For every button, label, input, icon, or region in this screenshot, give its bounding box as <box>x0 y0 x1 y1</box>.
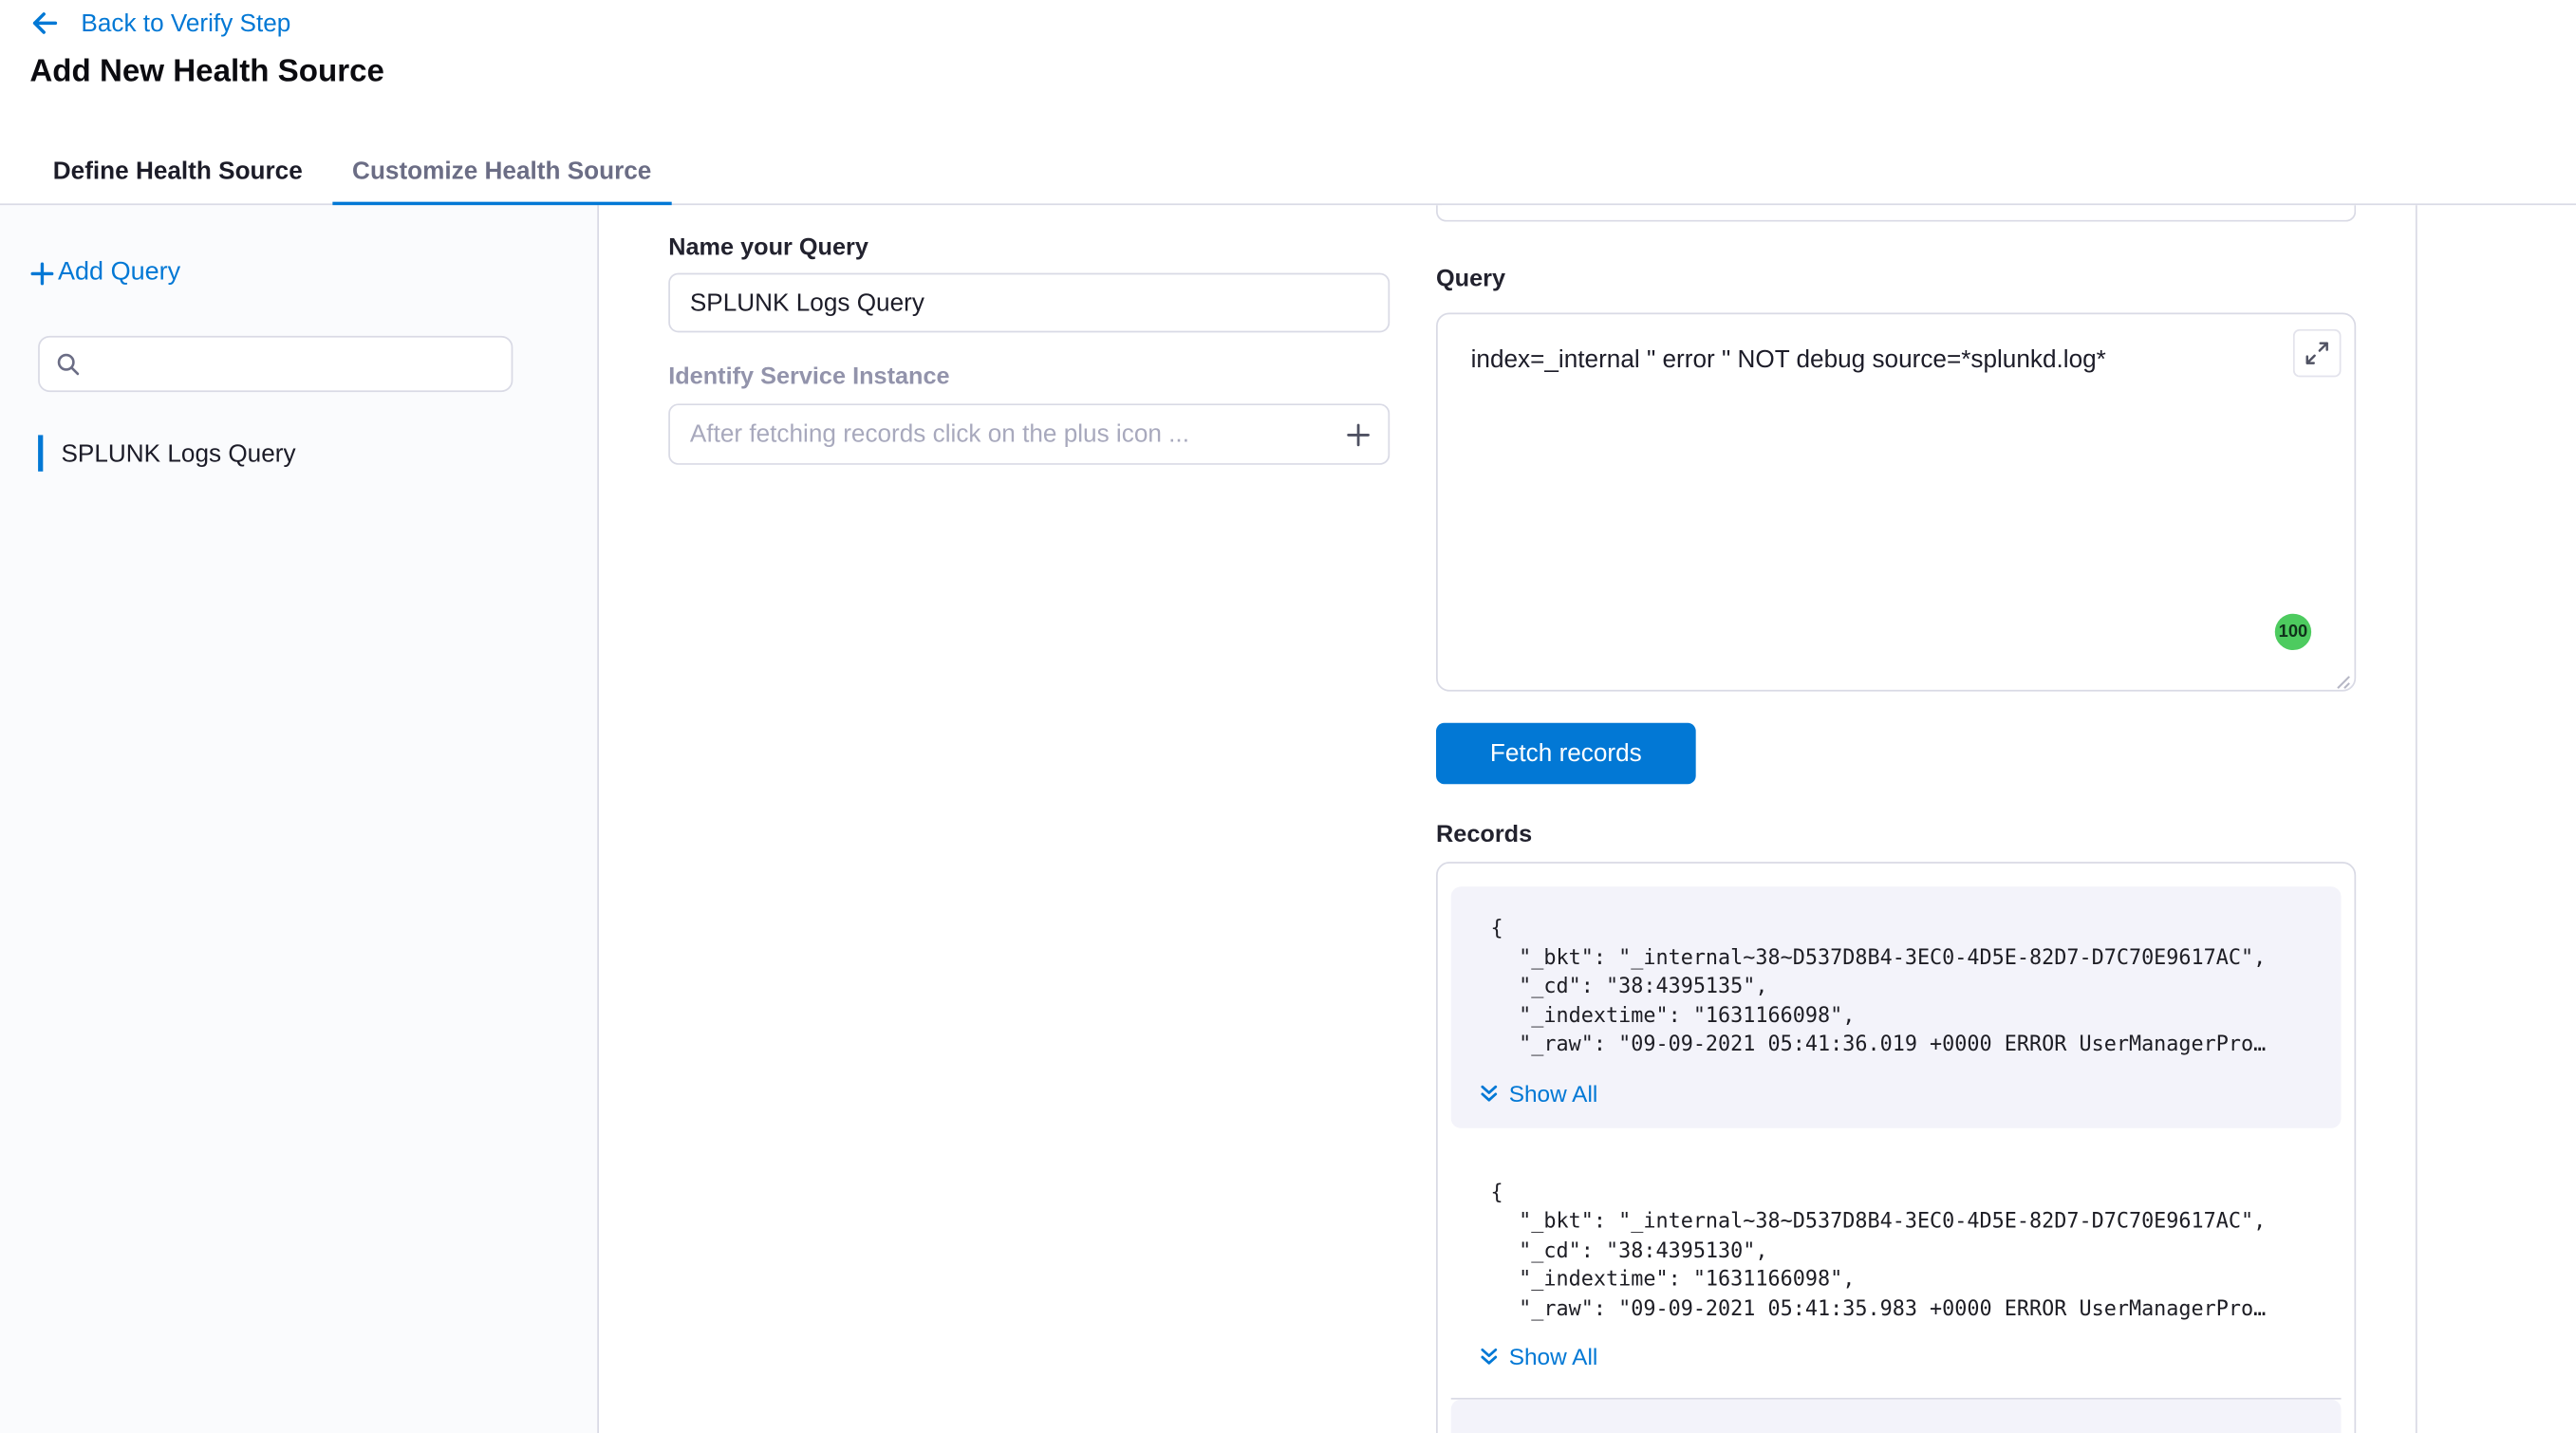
record-item: { "_bkt": "_internal~38~D537D8B4-3EC0-4D… <box>1451 1150 2342 1391</box>
back-link-row[interactable]: Back to Verify Step <box>29 9 290 38</box>
tab-define-health-source[interactable]: Define Health Source <box>33 136 323 205</box>
page-title: Add New Health Source <box>29 55 384 91</box>
query-item-label: SPLUNK Logs Query <box>61 439 295 468</box>
record-count-badge: 100 <box>2275 614 2311 650</box>
show-all-label: Show All <box>1509 1343 1598 1369</box>
service-instance-input[interactable] <box>670 420 1329 449</box>
query-label: Query <box>1436 267 1505 293</box>
record-json-line: "_bkt": "_internal~38~D537D8B4-3EC0-4D5E… <box>1519 1206 2321 1236</box>
record-json-line: "_cd": "38:4395130", <box>1519 1235 2321 1264</box>
panel-divider <box>2416 205 2417 1433</box>
record-item <box>1451 1400 2342 1433</box>
record-json-line: "_indextime": "1631166098", <box>1519 1000 2321 1030</box>
tab-label: Define Health Source <box>53 157 303 185</box>
resize-handle[interactable] <box>2333 668 2353 688</box>
service-instance-field <box>668 403 1390 464</box>
record-json-line: { <box>1491 913 2322 942</box>
query-name-input[interactable] <box>668 273 1390 333</box>
sidebar-item-splunk-logs-query[interactable]: SPLUNK Logs Query <box>38 435 295 471</box>
record-json-line: "_raw": "09-09-2021 05:41:36.019 +0000 E… <box>1519 1029 2321 1058</box>
identify-service-instance-label: Identify Service Instance <box>668 363 949 390</box>
double-chevron-down-icon <box>1479 1083 1499 1103</box>
page: Back to Verify Step Add New Health Sourc… <box>0 0 2576 1433</box>
clipped-input-field[interactable] <box>1436 205 2356 221</box>
double-chevron-down-icon <box>1479 1347 1499 1367</box>
show-all-link[interactable]: Show All <box>1479 1079 1597 1106</box>
show-all-label: Show All <box>1509 1079 1598 1106</box>
search-input[interactable] <box>94 351 495 378</box>
fetch-records-button[interactable]: Fetch records <box>1436 723 1696 784</box>
add-query-label: Add Query <box>58 258 180 288</box>
query-sidebar: Add Query SPLUNK Logs Query <box>0 205 599 1433</box>
selected-indicator <box>38 435 43 471</box>
record-json-line: "_indextime": "1631166098", <box>1519 1264 2321 1293</box>
records-panel: { "_bkt": "_internal~38~D537D8B4-3EC0-4D… <box>1436 862 2356 1433</box>
records-label: Records <box>1436 822 1532 848</box>
back-to-verify-step-link[interactable]: Back to Verify Step <box>81 9 290 38</box>
record-item: { "_bkt": "_internal~38~D537D8B4-3EC0-4D… <box>1451 886 2342 1127</box>
arrow-left-icon <box>29 9 59 38</box>
record-json-line: "_raw": "09-09-2021 05:41:35.983 +0000 E… <box>1519 1293 2321 1322</box>
add-query-button[interactable]: Add Query <box>29 258 180 288</box>
query-search-box[interactable] <box>38 336 513 392</box>
search-icon <box>56 351 81 376</box>
add-service-instance-button[interactable] <box>1329 405 1389 463</box>
query-text: index=_internal " error " NOT debug sour… <box>1471 345 2252 374</box>
show-all-link[interactable]: Show All <box>1479 1343 1597 1369</box>
query-textarea[interactable]: index=_internal " error " NOT debug sour… <box>1436 312 2356 691</box>
record-json-line: { <box>1491 1177 2322 1206</box>
name-your-query-label: Name your Query <box>668 235 868 262</box>
tab-bar: Define Health Source Customize Health So… <box>33 136 681 205</box>
plus-icon <box>29 261 54 286</box>
record-gap <box>1451 1127 2342 1150</box>
record-json-line: "_cd": "38:4395135", <box>1519 971 2321 1000</box>
tab-label: Customize Health Source <box>352 157 651 185</box>
expand-icon <box>2305 341 2329 365</box>
tab-customize-health-source[interactable]: Customize Health Source <box>332 136 671 205</box>
page-header: Back to Verify Step Add New Health Sourc… <box>0 0 2576 205</box>
record-json-line: "_bkt": "_internal~38~D537D8B4-3EC0-4D5E… <box>1519 942 2321 972</box>
expand-query-button[interactable] <box>2293 329 2342 378</box>
plus-icon <box>1345 421 1372 448</box>
